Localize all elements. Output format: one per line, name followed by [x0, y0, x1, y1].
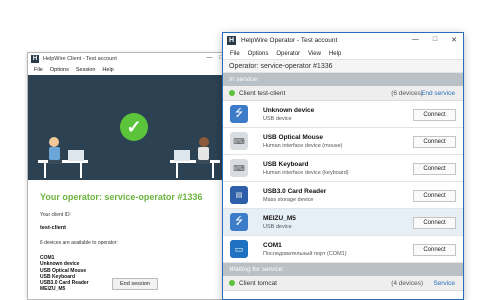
device-name: USB Keyboard — [263, 160, 309, 168]
operator-menu-file[interactable]: File — [230, 51, 240, 57]
device-type: Human interface device (mouse) — [263, 142, 343, 149]
operator-menu-view[interactable]: View — [308, 51, 321, 57]
operator-menu-options[interactable]: Options — [248, 51, 269, 57]
in-service-header: In service: — [223, 73, 463, 86]
device-type: USB device — [263, 223, 292, 230]
close-icon[interactable]: ✕ — [451, 36, 457, 44]
client-window-title: HelpWire Client - Test account — [43, 56, 117, 62]
usb-icon: ⭍ — [230, 213, 248, 231]
usb-icon: ⭍ — [230, 105, 248, 123]
maximize-icon[interactable]: □ — [433, 36, 437, 44]
client-name: test-client — [257, 89, 286, 97]
operator-menu-operator[interactable]: Operator — [276, 51, 300, 57]
client-id-label: Your client ID: — [40, 212, 71, 218]
device-row[interactable]: ▤ USB3.0 Card Reader Mass storage device… — [223, 182, 463, 209]
online-status-icon — [229, 90, 235, 96]
connect-button[interactable]: Connect — [413, 109, 456, 121]
device-name: USB3.0 Card Reader — [263, 187, 327, 195]
client-title-bar: H HelpWire Client - Test account — □ — [28, 53, 226, 65]
operator-window-title: HelpWire Operator - Test account — [241, 37, 338, 44]
minimize-icon[interactable]: — — [412, 36, 419, 44]
operator-title-bar: H HelpWire Operator - Test account — □ ✕ — [223, 33, 463, 48]
client-device-count: (6 devices) — [391, 89, 423, 97]
connect-button[interactable]: Connect — [413, 190, 456, 202]
client-device-count: (4 devices) — [391, 279, 423, 287]
person-at-desk-left-icon — [38, 137, 88, 178]
connect-button[interactable]: Connect — [413, 136, 456, 148]
device-row[interactable]: ⌨ USB Keyboard Human interface device (k… — [223, 155, 463, 182]
connect-button[interactable]: Connect — [413, 217, 456, 229]
device-type: Human interface device (keyboard) — [263, 169, 349, 176]
operator-heading: Your operator: service-operator #1336 — [40, 192, 203, 202]
device-row[interactable]: ▭ COM1 Последовательный порт (COM1) Conn… — [223, 236, 463, 263]
connect-button[interactable]: Connect — [413, 244, 456, 256]
client-window-controls: — □ — [206, 55, 223, 61]
minimize-icon[interactable]: — — [206, 55, 212, 61]
connect-button[interactable]: Connect — [413, 163, 456, 175]
end-session-button[interactable]: End session — [112, 278, 158, 290]
device-name: MEIZU_M5 — [263, 214, 296, 222]
device-name: COM1 — [263, 241, 282, 249]
client-menu-options[interactable]: Options — [50, 67, 69, 73]
operator-menu-help[interactable]: Help — [329, 51, 341, 57]
waiting-header: Waiting for service: — [223, 263, 463, 276]
client-window: H HelpWire Client - Test account — □ Fil… — [27, 52, 227, 300]
client-menu-bar: File Options Session Help — [28, 65, 226, 75]
devices-available-text: 6 devices are available to operator: — [40, 240, 118, 246]
client-label: Client — [239, 89, 256, 97]
device-name: USB Optical Mouse — [263, 133, 323, 141]
device-row[interactable]: ⭍ MEIZU_M5 USB device Connect — [223, 209, 463, 236]
client-name: tomcat — [257, 279, 277, 287]
operator-window: H HelpWire Operator - Test account — □ ✕… — [222, 32, 464, 300]
keyboard-icon: ⌨ — [230, 132, 248, 150]
client-label: Client — [239, 279, 256, 287]
client-id-value: test-client — [40, 225, 66, 231]
operator-name-line: Operator: service-operator #1336 — [223, 59, 463, 73]
success-check-icon: ✓ — [120, 113, 148, 141]
device-row[interactable]: ⭍ Unknown device USB device Connect — [223, 101, 463, 128]
client-waiting-row: Client tomcat (4 devices) Service — [223, 276, 463, 291]
person-at-desk-right-icon — [170, 137, 220, 178]
operator-window-controls: — □ ✕ — [412, 36, 457, 44]
device-type: Mass storage device — [263, 196, 314, 203]
device-type: Последовательный порт (COM1) — [263, 250, 347, 257]
keyboard-icon: ⌨ — [230, 159, 248, 177]
app-logo-icon: H — [227, 36, 236, 45]
client-in-service-row: Client test-client (6 devices) End servi… — [223, 86, 463, 101]
client-session-panel: Your operator: service-operator #1336 Yo… — [28, 180, 226, 293]
device-type: USB device — [263, 115, 292, 122]
desktop: H HelpWire Client - Test account — □ Fil… — [0, 0, 480, 300]
end-service-link[interactable]: End service — [421, 90, 455, 97]
client-menu-file[interactable]: File — [34, 67, 43, 73]
device-row[interactable]: ⌨ USB Optical Mouse Human interface devi… — [223, 128, 463, 155]
device-name: Unknown device — [263, 106, 315, 114]
card-reader-icon: ▤ — [230, 186, 248, 204]
connected-illustration: ✓ — [28, 75, 226, 180]
client-menu-help[interactable]: Help — [102, 67, 113, 73]
online-status-icon — [229, 280, 235, 286]
service-link[interactable]: Service — [433, 280, 455, 287]
operator-menu-bar: File Options Operator View Help — [223, 48, 463, 59]
client-menu-session[interactable]: Session — [76, 67, 96, 73]
serial-port-icon: ▭ — [230, 240, 248, 258]
app-logo-icon: H — [31, 55, 39, 63]
